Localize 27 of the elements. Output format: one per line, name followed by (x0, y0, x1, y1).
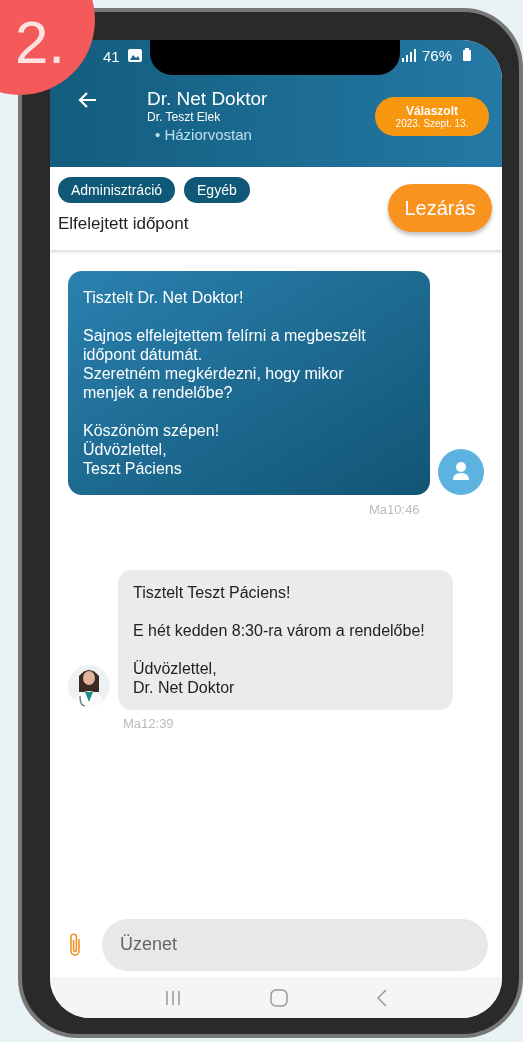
signal-icon (402, 48, 417, 62)
message-input[interactable]: Üzenet (102, 918, 488, 971)
home-icon[interactable] (270, 988, 288, 1007)
doctor-name: Dr. Teszt Elek (147, 110, 222, 125)
specialty-label: • Háziorvostan (154, 125, 253, 145)
status-date: 2023. Szept. 13. (395, 117, 469, 130)
back-icon[interactable] (376, 988, 388, 1007)
back-button[interactable] (77, 90, 99, 110)
message-time: Ma12:39 (123, 714, 174, 733)
battery-level: 76% (422, 46, 453, 66)
category-tag: Adminisztráció (58, 177, 176, 203)
status-label: Válaszolt (406, 103, 458, 118)
status-time: 41 (103, 47, 120, 67)
message-time: Ma10:46 (369, 501, 420, 519)
battery-icon (463, 48, 471, 61)
close-button[interactable]: Lezárás (388, 184, 492, 232)
sent-message: Tisztelt Dr. Net Doktor! Sajnos elfelejtettem felírni a megbeszélt időpont dátumát. Szeretném megkérdezni, hogy mikor menjek a rendelőbe? Köszönöm szépen! Üdvözlettel, Teszt Páciens (68, 271, 430, 495)
image-icon (128, 49, 142, 62)
back-arrow-icon (77, 91, 97, 109)
step-number: 2. (14, 13, 65, 73)
category-tag: Egyéb (184, 177, 250, 203)
conversation-title: Dr. Net Doktor (147, 88, 268, 110)
subject-title: Elfelejtett időpont (58, 213, 190, 235)
paperclip-icon (68, 931, 82, 958)
user-avatar-icon (438, 449, 484, 495)
recent-apps-icon[interactable] (164, 989, 182, 1006)
received-message: Tisztelt Teszt Páciens! E hét kedden 8:30-ra várom a rendelőbe! Üdvözlettel, Dr. Net Doktor (118, 569, 453, 710)
